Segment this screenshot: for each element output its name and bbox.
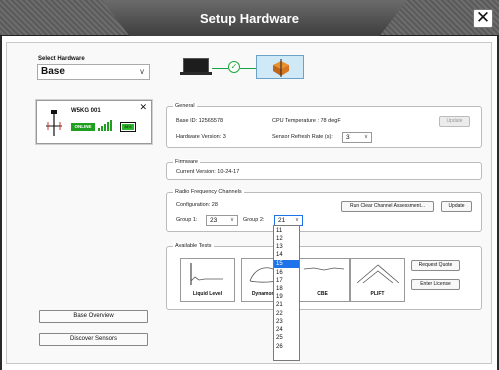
general-update-button[interactable]: Update bbox=[439, 116, 470, 127]
hardware-version: Hardware Version: 3 bbox=[176, 134, 226, 140]
test-tile-plift[interactable]: PLIFT bbox=[350, 258, 405, 302]
dropdown-option[interactable]: 12 bbox=[274, 235, 299, 243]
dropdown-option[interactable]: 17 bbox=[274, 277, 299, 285]
antenna-icon bbox=[46, 110, 62, 136]
title-bar: Setup Hardware ✕ bbox=[0, 0, 499, 36]
rf-legend: Radio Frequency Channels bbox=[173, 189, 244, 196]
battery-level: 84% bbox=[122, 124, 134, 130]
base-node[interactable] bbox=[256, 55, 304, 79]
laptop-base bbox=[180, 72, 212, 75]
battery-icon: 84% bbox=[120, 122, 136, 132]
status-badge: ONLINE bbox=[71, 123, 95, 131]
discover-sensors-button[interactable]: Discover Sensors bbox=[39, 333, 148, 346]
dropdown-option[interactable]: 16 bbox=[274, 269, 299, 277]
group1-select[interactable]: 23 ∨ bbox=[206, 215, 238, 226]
flow-connector bbox=[212, 68, 228, 69]
dropdown-option[interactable]: 21 bbox=[274, 301, 299, 309]
test-label: Liquid Level bbox=[192, 291, 223, 297]
base-card[interactable]: W5KG 001 ✕ ONLINE 84% bbox=[36, 100, 152, 144]
hardware-select-value: Base bbox=[41, 66, 65, 77]
group2-value: 21 bbox=[278, 217, 286, 224]
base-overview-button[interactable]: Base Overview bbox=[39, 310, 148, 323]
refresh-rate-value: 3 bbox=[346, 134, 350, 141]
request-quote-button[interactable]: Request Quote bbox=[411, 260, 460, 271]
base-name: W5KG 001 bbox=[71, 108, 101, 114]
dropdown-option[interactable]: 11 bbox=[274, 227, 299, 235]
chevron-down-icon: ∨ bbox=[294, 217, 299, 223]
test-tile-liquid-level[interactable]: Liquid Level bbox=[180, 258, 235, 302]
test-tile-cbe[interactable]: CBE bbox=[295, 258, 350, 302]
window-title: Setup Hardware bbox=[200, 11, 299, 26]
check-icon: ✓ bbox=[228, 61, 240, 73]
rf-configuration: Configuration: 28 bbox=[176, 202, 218, 208]
dropdown-option[interactable]: 18 bbox=[274, 285, 299, 293]
dropdown-option[interactable]: 14 bbox=[274, 251, 299, 259]
group1-label: Group 1: bbox=[176, 217, 198, 223]
refresh-rate-select[interactable]: 3 ∨ bbox=[342, 132, 372, 143]
enter-license-button[interactable]: Enter License bbox=[411, 279, 460, 290]
dropdown-option[interactable]: 13 bbox=[274, 243, 299, 251]
dropdown-option-highlighted[interactable]: 15 bbox=[274, 260, 299, 268]
chevron-down-icon: ∨ bbox=[139, 67, 145, 76]
clear-channel-button[interactable]: Run Clear Channel Assessment... bbox=[341, 201, 434, 212]
base-id: Base ID: 12565578 bbox=[176, 118, 224, 124]
dropdown-option[interactable]: 23 bbox=[274, 318, 299, 326]
rf-update-button[interactable]: Update bbox=[441, 201, 472, 212]
firmware-group: Firmware Current Version: 10-24-17 bbox=[166, 159, 482, 180]
test-label: PLIFT bbox=[370, 291, 385, 297]
close-icon[interactable]: ✕ bbox=[139, 102, 147, 113]
tests-legend: Available Tests bbox=[173, 243, 214, 250]
laptop-icon bbox=[183, 58, 209, 73]
group1-value: 23 bbox=[210, 217, 218, 224]
dropdown-option[interactable]: 25 bbox=[274, 334, 299, 342]
dropdown-option[interactable]: 22 bbox=[274, 310, 299, 318]
cbe-icon bbox=[303, 267, 345, 271]
test-label: CBE bbox=[317, 291, 328, 297]
dropdown-option[interactable]: 26 bbox=[274, 343, 299, 351]
firmware-legend: Firmware bbox=[173, 159, 200, 166]
antenna-icon bbox=[273, 59, 289, 77]
general-group: General Base ID: 12565578 CPU Temperatur… bbox=[166, 103, 482, 148]
chevron-down-icon: ∨ bbox=[363, 134, 368, 140]
hardware-select[interactable]: Base ∨ bbox=[37, 64, 150, 80]
flow-connector bbox=[240, 68, 256, 69]
plift-icon bbox=[356, 264, 400, 284]
group2-label: Group 2: bbox=[243, 217, 265, 223]
cpu-temperature: CPU Temperature : 78 degF bbox=[272, 118, 341, 124]
rf-channels-group: Radio Frequency Channels Configuration: … bbox=[166, 189, 482, 232]
close-icon[interactable]: ✕ bbox=[473, 9, 493, 28]
liquid-level-icon bbox=[190, 263, 223, 285]
group2-dropdown-list[interactable]: 11 12 13 14 15 16 17 18 19 21 22 23 24 2… bbox=[273, 225, 300, 361]
firmware-version: Current Version: 10-24-17 bbox=[176, 169, 240, 175]
dropdown-option[interactable]: 24 bbox=[274, 326, 299, 334]
dropdown-option[interactable]: 19 bbox=[274, 293, 299, 301]
signal-icon bbox=[98, 118, 116, 131]
chevron-down-icon: ∨ bbox=[229, 217, 234, 223]
general-legend: General bbox=[173, 103, 197, 110]
select-hardware-label: Select Hardware bbox=[38, 56, 85, 62]
refresh-rate-label: Sensor Refresh Rate (s): bbox=[272, 134, 333, 140]
